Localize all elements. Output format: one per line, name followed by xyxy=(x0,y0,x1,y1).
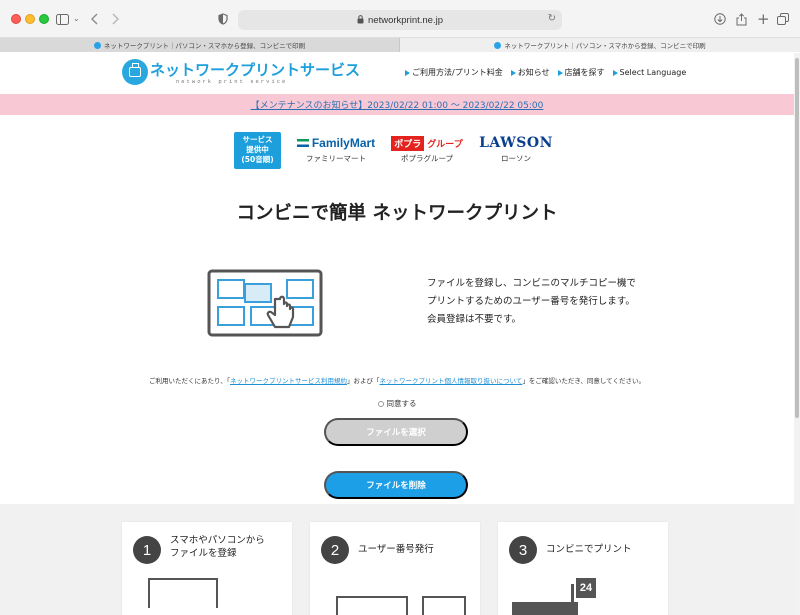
nav-news[interactable]: お知らせ xyxy=(510,67,550,78)
store-caption: ポプラグループ xyxy=(400,154,454,163)
site-logo-subtext: network print service xyxy=(176,78,288,85)
nav-label: ご利用方法/プリント料金 xyxy=(412,68,503,77)
delete-file-button[interactable]: ファイルを削除 xyxy=(324,471,468,499)
triangle-right-icon xyxy=(557,69,563,76)
close-window-button[interactable] xyxy=(11,14,21,24)
description-line: プリントするためのユーザー番号を発行します。 xyxy=(427,296,635,307)
laptop-icon xyxy=(336,596,408,615)
step-number: 1 xyxy=(133,536,161,564)
badge-line: サービス xyxy=(242,135,273,144)
service-description: ファイルを登録し、コンビニのマルチコピー機で プリントするためのユーザー番号を発… xyxy=(427,275,636,329)
sidebar-toggle-icon[interactable] xyxy=(56,11,69,27)
description-line: 会員登録は不要です。 xyxy=(427,314,522,325)
lawson-logo: LAWSON xyxy=(474,135,558,151)
file-select-illustration-icon xyxy=(207,269,323,341)
step-title-line: ユーザー番号発行 xyxy=(358,544,434,555)
description-line: ファイルを登録し、コンビニのマルチコピー機で xyxy=(427,278,637,289)
download-icon[interactable] xyxy=(714,11,726,27)
step-title: ユーザー番号発行 xyxy=(358,543,434,556)
step-card-3: 3 コンビニでプリント 24 xyxy=(498,522,668,615)
site-header: ネットワークプリントサービス network print service ご利用… xyxy=(0,53,794,94)
zoom-window-button[interactable] xyxy=(39,14,49,24)
phone-icon xyxy=(422,596,466,615)
terms-of-service-link[interactable]: ネットワークプリントサービス利用規約 xyxy=(230,377,347,385)
store-caption: ファミリーマート xyxy=(306,154,366,163)
site-logo-text[interactable]: ネットワークプリントサービス xyxy=(150,59,360,80)
poplar-logo-text: グループ xyxy=(427,138,463,149)
address-bar[interactable]: networkprint.ne.jp ↻ xyxy=(238,10,562,30)
lock-icon xyxy=(357,14,364,26)
store-lawson: LAWSON ローソン xyxy=(474,135,558,164)
printer-logo-icon[interactable] xyxy=(122,59,148,85)
step-number: 3 xyxy=(509,536,537,564)
privacy-policy-link[interactable]: ネットワークプリント個人情報取り扱いについて xyxy=(380,377,523,385)
store-building-icon xyxy=(512,602,578,615)
browser-toolbar: ⌄ networkprint.ne.jp ↻ + xyxy=(0,0,800,38)
header-nav: ご利用方法/プリント料金 お知らせ 店舗を探す Select Language xyxy=(405,67,686,78)
store-poplar: ポプラ グループ ポプラグループ xyxy=(384,135,470,164)
poplar-logo: ポプラ グループ xyxy=(384,135,470,151)
step-title-line: ファイルを登録 xyxy=(170,548,237,559)
step-title-line: スマホやパソコンから xyxy=(170,535,265,546)
triangle-right-icon xyxy=(405,69,410,76)
nav-usage-pricing[interactable]: ご利用方法/プリント料金 xyxy=(405,67,503,78)
browser-tab-label: ネットワークプリント｜パソコン・スマホから登録、コンビニで印刷 xyxy=(504,42,706,50)
computer-monitor-icon xyxy=(148,578,218,608)
triangle-right-icon xyxy=(510,69,516,76)
site-favicon-icon xyxy=(494,41,502,49)
nav-select-language[interactable]: Select Language xyxy=(612,67,687,78)
store-caption: ローソン xyxy=(501,154,531,163)
browser-tab-label: ネットワークプリント｜パソコン・スマホから登録、コンビニで印刷 xyxy=(103,42,306,50)
nav-find-store[interactable]: 店舗を探す xyxy=(557,67,605,78)
badge-line: 提供中 xyxy=(246,145,269,154)
browser-tab-2[interactable]: ネットワークプリント｜パソコン・スマホから登録、コンビニで印刷 xyxy=(400,38,800,52)
step-title: コンビニでプリント xyxy=(546,543,632,556)
maintenance-notice-banner: 【メンテナンスのお知らせ】2023/02/22 01:00 ～ 2023/02/… xyxy=(0,94,794,115)
privacy-shield-icon[interactable] xyxy=(218,11,228,27)
badge-line: (50音順) xyxy=(241,155,274,164)
step-number: 2 xyxy=(321,536,349,564)
web-page: ネットワークプリントサービス network print service ご利用… xyxy=(0,53,794,615)
nav-label: Select Language xyxy=(619,68,687,77)
step-card-1: 1 スマホやパソコンから ファイルを登録 xyxy=(122,522,292,615)
new-tab-icon[interactable]: + xyxy=(757,11,770,27)
select-file-button[interactable]: ファイルを選択 xyxy=(324,418,468,446)
reload-icon[interactable]: ↻ xyxy=(548,13,556,24)
forward-arrow-icon[interactable] xyxy=(111,11,119,27)
tab-overview-icon[interactable] xyxy=(777,11,789,27)
site-favicon-icon xyxy=(93,41,101,49)
share-icon[interactable] xyxy=(736,11,747,27)
step-title-line: コンビニでプリント xyxy=(546,544,632,555)
store-familymart: FamilyMart ファミリーマート xyxy=(296,135,376,164)
service-available-badge: サービス 提供中 (50音順) xyxy=(234,132,281,169)
store-sign-pole-icon xyxy=(571,584,574,610)
store-24h-sign-icon: 24 xyxy=(576,578,596,598)
lawson-logo-text: LAWSON xyxy=(479,135,553,151)
maintenance-notice-link[interactable]: 【メンテナンスのお知らせ】2023/02/22 01:00 ～ 2023/02/… xyxy=(251,98,544,111)
agree-radio[interactable] xyxy=(377,400,384,407)
terms-middle: 」および「 xyxy=(347,377,380,385)
nav-label: 店舗を探す xyxy=(564,68,605,77)
minimize-window-button[interactable] xyxy=(25,14,35,24)
page-title: コンビニで簡単 ネットワークプリント xyxy=(236,203,558,224)
step-card-2: 2 ユーザー番号発行 xyxy=(310,522,480,615)
tab-strip: ネットワークプリント｜パソコン・スマホから登録、コンビニで印刷 ネットワークプリ… xyxy=(0,38,800,52)
terms-prefix: ご利用いただくにあたり、「 xyxy=(149,377,231,385)
terms-notice: ご利用いただくにあたり、「ネットワークプリントサービス利用規約」および「ネットワ… xyxy=(0,375,794,385)
browser-tab-1[interactable]: ネットワークプリント｜パソコン・スマホから登録、コンビニで印刷 xyxy=(0,38,400,52)
poplar-logo-box: ポプラ xyxy=(391,135,425,151)
agree-label: 同意する xyxy=(386,399,417,408)
agree-checkbox-row[interactable]: 同意する xyxy=(0,398,794,409)
terms-suffix: 」をご確認いただき、同意してください。 xyxy=(522,377,645,385)
triangle-right-icon xyxy=(612,69,618,76)
back-arrow-icon[interactable] xyxy=(91,11,99,27)
nav-label: お知らせ xyxy=(517,68,550,77)
familymart-logo: FamilyMart xyxy=(296,135,376,151)
chevron-down-icon[interactable]: ⌄ xyxy=(73,11,80,27)
familymart-logo-text: FamilyMart xyxy=(311,136,376,150)
page-scrollbar-thumb[interactable] xyxy=(795,58,799,418)
address-bar-url: networkprint.ne.jp xyxy=(368,14,443,26)
step-title: スマホやパソコンから ファイルを登録 xyxy=(170,534,265,560)
